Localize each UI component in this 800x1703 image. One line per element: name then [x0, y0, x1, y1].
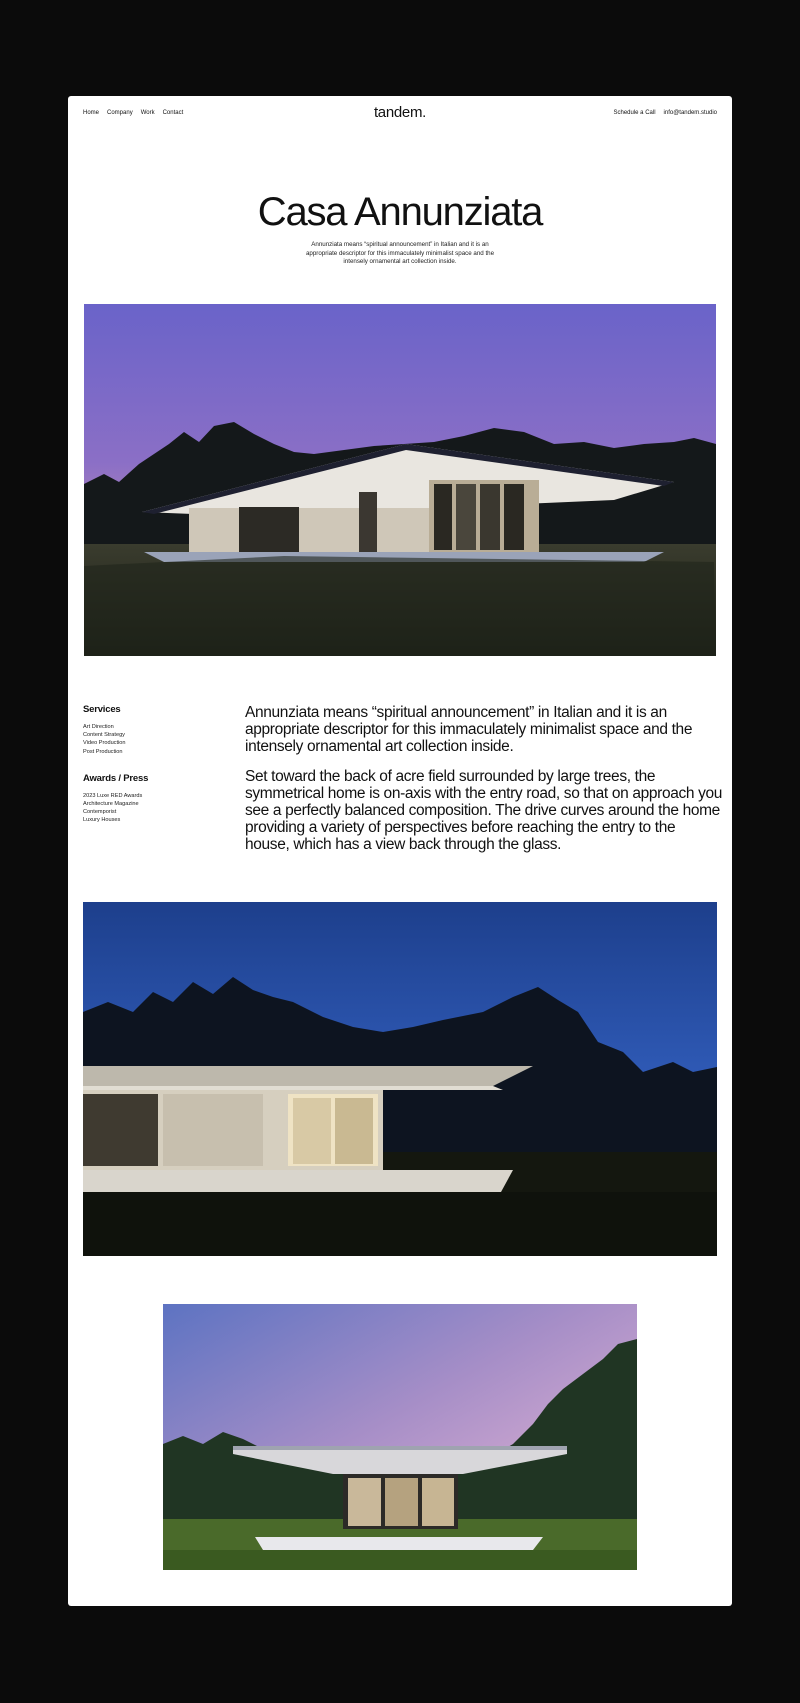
awards-list: 2023 Luxe RED Awards Architecture Magazi…: [83, 792, 223, 825]
services-list: Art Direction Content Strategy Video Pro…: [83, 723, 223, 756]
description-paragraph: Set toward the back of acre field surrou…: [245, 768, 723, 853]
list-item: 2023 Luxe RED Awards: [83, 792, 143, 799]
page-title: Casa Annunziata: [257, 190, 544, 234]
house-night-blue-photo: [83, 902, 717, 1256]
project-page: Home Company Work Contact tandem. Schedu…: [68, 96, 732, 1606]
list-item: Contemporist: [83, 809, 117, 816]
top-nav: Home Company Work Contact tandem. Schedu…: [68, 96, 732, 132]
schedule-call-link[interactable]: Schedule a Call: [614, 110, 656, 116]
list-item: Luxury Houses: [83, 817, 121, 824]
description-paragraph: Annunziata means “spiritual announcement…: [245, 704, 693, 755]
list-item: Content Strategy: [83, 732, 125, 739]
project-sidebar: Services Art Direction Content Strategy …: [83, 704, 223, 842]
list-item: Architecture Magazine: [83, 801, 139, 808]
awards-heading: Awards / Press: [83, 772, 149, 784]
email-link[interactable]: info@tandem.studio: [664, 110, 717, 116]
house-front-twilight-photo: [163, 1304, 637, 1570]
list-item: Post Production: [83, 748, 123, 755]
list-item: Video Production: [83, 740, 126, 747]
services-heading: Services: [83, 704, 121, 715]
project-description: Annunziata means “spiritual announcement…: [245, 704, 723, 866]
house-dusk-wide-photo: [84, 304, 716, 656]
nav-actions: Schedule a Call info@tandem.studio: [614, 110, 718, 116]
list-item: Art Direction: [83, 724, 114, 730]
page-subtitle: Annunziata means “spiritual announcement…: [305, 241, 495, 265]
